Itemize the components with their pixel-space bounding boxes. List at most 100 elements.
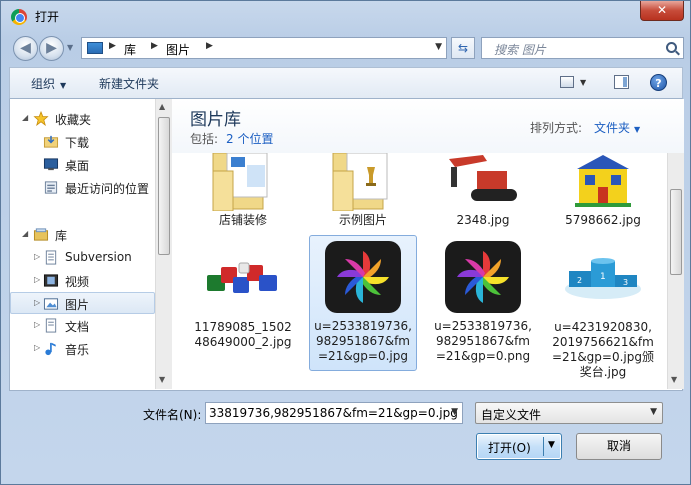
content-area: ◢ 收藏夹 下载 桌面 最近访问的位置 ◢ 库 ▷ Subversion ▷ 视… <box>9 99 684 391</box>
file-tile[interactable]: 5798662.jpg <box>549 153 657 231</box>
dialog-footer: 文件名(N): 33819736,982951867&fm=21&gp=0.jp… <box>9 391 683 481</box>
open-button-label: 打开(O) <box>488 441 531 455</box>
split-divider <box>543 437 544 456</box>
nav-item-label: 桌面 <box>65 159 90 173</box>
search-box[interactable]: 搜索 图片 <box>481 37 684 59</box>
scroll-up-icon[interactable]: ▲ <box>159 102 165 111</box>
command-bar: 组织 ▼ 新建文件夹 ▼ ? <box>9 67 683 99</box>
change-view-icon[interactable] <box>560 76 574 88</box>
nav-item-label: 文档 <box>65 320 90 334</box>
search-icon[interactable] <box>666 42 677 53</box>
scrollbar-thumb[interactable] <box>670 189 682 275</box>
open-button[interactable]: 打开(O) ▼ <box>476 433 562 460</box>
navigation-pane[interactable]: ◢ 收藏夹 下载 桌面 最近访问的位置 ◢ 库 ▷ Subversion ▷ 视… <box>10 99 155 389</box>
pictures-folder-icon <box>87 42 103 54</box>
breadcrumb-arrow-icon[interactable]: ▶ <box>206 41 213 51</box>
nav-item-documents[interactable]: ▷ 文档 <box>10 315 155 337</box>
file-name: u=2533819736,982951867&fm=21&gp=0.jpg <box>314 319 412 363</box>
file-tile[interactable]: u=2533819736,982951867&fm=21&gp=0.png <box>429 235 537 371</box>
file-tile[interactable]: 11789085_150248649000_2.jpg <box>189 235 297 389</box>
file-type-select[interactable]: 自定义文件 ▼ <box>475 402 663 424</box>
history-dropdown-icon[interactable]: ▼ <box>67 43 73 52</box>
nav-scrollbar[interactable]: ▲ ▼ <box>155 99 172 389</box>
organize-label: 组织 <box>31 77 56 91</box>
breadcrumb-library[interactable]: 库 <box>124 41 136 58</box>
address-bar[interactable]: ▶ 库 ▶ 图片 ▶ ▼ <box>81 37 447 59</box>
nav-item-label: Subversion <box>65 250 132 264</box>
new-folder-button[interactable]: 新建文件夹 <box>99 75 159 92</box>
chevron-down-icon: ▼ <box>650 407 657 417</box>
expand-icon[interactable]: ▷ <box>34 343 40 352</box>
nav-item-videos[interactable]: ▷ 视频 <box>10 270 155 292</box>
close-button[interactable]: ✕ <box>640 1 684 21</box>
desktop-icon <box>43 158 59 171</box>
file-name: 2348.jpg <box>456 213 510 227</box>
breadcrumb-pictures[interactable]: 图片 <box>166 41 190 58</box>
nav-item-label: 音乐 <box>65 343 90 357</box>
expand-icon[interactable]: ▷ <box>34 275 40 284</box>
file-list-pane[interactable]: 图片库 包括: 2 个位置 排列方式: 文件夹 ▼ 店铺装修 示例图片 2348… <box>172 99 684 389</box>
address-dropdown-icon[interactable]: ▼ <box>435 42 442 52</box>
cancel-button[interactable]: 取消 <box>576 433 662 460</box>
file-tile-selected[interactable]: u=2533819736,982951867&fm=21&gp=0.jpg <box>309 235 417 371</box>
collapse-icon[interactable]: ◢ <box>22 113 28 122</box>
organize-button[interactable]: 组织 ▼ <box>31 75 66 92</box>
file-name: 11789085_150248649000_2.jpg <box>194 320 292 349</box>
view-dropdown-icon[interactable]: ▼ <box>580 78 586 87</box>
file-list-scrollbar[interactable]: ▼ <box>667 153 684 389</box>
file-tile[interactable]: 店铺装修 <box>189 153 297 231</box>
nav-item-desktop[interactable]: 桌面 <box>10 154 155 176</box>
arrange-by-dropdown[interactable]: 文件夹 ▼ <box>594 119 640 136</box>
building-blocks-thumbnail <box>203 245 283 309</box>
file-name: 示例图片 <box>338 213 387 227</box>
chevron-down-icon[interactable]: ▼ <box>451 407 458 417</box>
svg-text:3: 3 <box>623 278 628 287</box>
library-icon <box>33 228 49 241</box>
file-tile[interactable]: 2348.jpg <box>429 153 537 231</box>
star-icon <box>33 111 49 126</box>
search-input[interactable]: 搜索 图片 <box>494 41 546 58</box>
filename-input[interactable]: 33819736,982951867&fm=21&gp=0.jpg ▼ <box>205 402 463 424</box>
library-title: 图片库 <box>190 110 241 130</box>
nav-item-label: 库 <box>55 229 68 243</box>
scrollbar-thumb[interactable] <box>158 117 170 255</box>
picture-library-icon <box>43 298 59 310</box>
back-button[interactable]: ◀ <box>13 36 38 61</box>
nav-item-libraries[interactable]: ◢ 库 <box>10 224 155 246</box>
filename-value: 33819736,982951867&fm=21&gp=0.jpg <box>209 406 458 420</box>
collapse-icon[interactable]: ◢ <box>22 229 28 238</box>
recent-places-icon <box>44 181 58 194</box>
breadcrumb-arrow-icon[interactable]: ▶ <box>151 41 158 51</box>
folder-icon <box>212 153 268 211</box>
pinwheel-app-thumbnail <box>325 241 401 313</box>
music-library-icon <box>45 342 56 356</box>
nav-item-label: 收藏夹 <box>55 113 92 127</box>
refresh-button[interactable]: ⇆ <box>451 37 475 59</box>
expand-icon[interactable]: ▷ <box>34 320 40 329</box>
locations-link[interactable]: 2 个位置 <box>226 130 273 147</box>
breadcrumb-arrow-icon[interactable]: ▶ <box>109 41 116 51</box>
nav-item-pictures[interactable]: ▷ 图片 <box>10 292 155 314</box>
nav-item-favorites[interactable]: ◢ 收藏夹 <box>10 108 155 130</box>
expand-icon[interactable]: ▷ <box>34 298 40 307</box>
help-icon[interactable]: ? <box>650 74 667 91</box>
file-name: u=4231920830,2019756621&fm=21&gp=0.jpg颁奖… <box>552 320 654 379</box>
file-type-value: 自定义文件 <box>481 408 542 422</box>
preview-pane-icon[interactable] <box>614 75 629 89</box>
forward-button[interactable]: ▶ <box>39 36 64 61</box>
file-tile[interactable]: 示例图片 <box>309 153 417 231</box>
open-options-dropdown-icon[interactable]: ▼ <box>548 440 555 450</box>
nav-item-recent-places[interactable]: 最近访问的位置 <box>10 177 155 199</box>
file-tile[interactable]: 1 2 3 u=4231920830,2019756621&fm=21&gp=0… <box>549 235 657 389</box>
chevron-down-icon: ▼ <box>60 81 67 90</box>
scroll-down-icon[interactable]: ▼ <box>671 375 677 384</box>
nav-item-music[interactable]: ▷ 音乐 <box>10 338 155 360</box>
nav-item-subversion[interactable]: ▷ Subversion <box>10 247 155 269</box>
file-name: 5798662.jpg <box>565 213 641 227</box>
expand-icon[interactable]: ▷ <box>34 252 40 261</box>
scroll-down-icon[interactable]: ▼ <box>159 375 165 384</box>
library-header: 图片库 包括: 2 个位置 排列方式: 文件夹 ▼ <box>172 99 684 153</box>
file-name: 店铺装修 <box>218 213 267 227</box>
nav-item-downloads[interactable]: 下载 <box>10 131 155 153</box>
arrange-by-label: 排列方式: <box>530 121 583 135</box>
